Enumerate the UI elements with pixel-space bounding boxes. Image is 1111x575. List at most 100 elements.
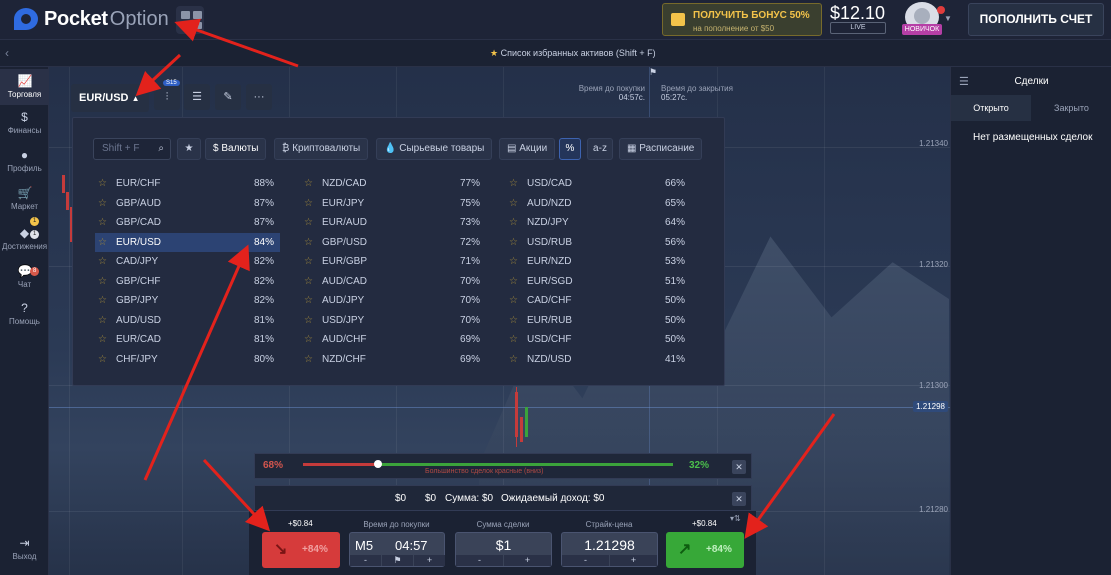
favorite-star-icon[interactable]: ☆ — [509, 311, 518, 330]
account-type-badge[interactable]: LIVE — [830, 22, 886, 34]
time-plus-button[interactable]: + — [414, 555, 445, 566]
drawing-tools-button[interactable]: ✎ — [215, 84, 241, 110]
favorite-star-icon[interactable]: ☆ — [98, 194, 107, 213]
asset-selector-button[interactable]: EUR/USD ▲ — [71, 84, 149, 112]
chevron-down-icon[interactable]: ▼ — [944, 14, 952, 23]
asset-row[interactable]: ☆ GBP/CHF 82% — [95, 272, 280, 291]
favorite-star-icon[interactable]: ☆ — [98, 291, 107, 310]
asset-row[interactable]: ☆ NZD/CAD 77% — [301, 174, 486, 193]
sell-button[interactable]: ↘ +84% — [262, 532, 340, 568]
favorite-star-icon[interactable]: ☆ — [304, 272, 313, 291]
favorite-star-icon[interactable]: ☆ — [304, 330, 313, 349]
favorite-star-icon[interactable]: ☆ — [98, 174, 107, 193]
deposit-button[interactable]: ПОПОЛНИТЬ СЧЕТ — [968, 3, 1104, 36]
favorite-star-icon[interactable]: ☆ — [98, 350, 107, 369]
favorite-star-icon[interactable]: ☆ — [509, 233, 518, 252]
strike-minus-button[interactable]: - — [562, 555, 609, 566]
tab-schedule[interactable]: ▦ Расписание — [619, 138, 703, 160]
asset-row[interactable]: ☆ AUD/USD 81% — [95, 311, 280, 330]
asset-row[interactable]: ☆ GBP/USD 72% — [301, 233, 486, 252]
apps-grid-button[interactable] — [176, 6, 204, 34]
asset-row[interactable]: ☆ EUR/GBP 71% — [301, 252, 486, 271]
favorites-filter-button[interactable]: ★ — [177, 138, 201, 160]
favorite-star-icon[interactable]: ☆ — [98, 213, 107, 232]
time-selector[interactable]: M5 04:57 - ⚑ + — [349, 532, 445, 567]
time-minus-button[interactable]: - — [350, 555, 381, 566]
favorite-star-icon[interactable]: ☆ — [98, 272, 107, 291]
favorite-star-icon[interactable]: ☆ — [509, 194, 518, 213]
sidebar-item-finance[interactable]: $ Финансы — [0, 111, 49, 141]
sidebar-item-trading[interactable]: 📈 Торговля — [0, 69, 49, 105]
sidebar-item-help[interactable]: ? Помощь — [0, 302, 49, 332]
asset-row[interactable]: ☆ CAD/JPY 82% — [95, 252, 280, 271]
asset-row[interactable]: ☆ EUR/JPY 75% — [301, 194, 486, 213]
sidebar-item-profile[interactable]: ● Профиль — [0, 149, 49, 179]
asset-row[interactable]: ☆ AUD/CAD 70% — [301, 272, 486, 291]
settings-small-icon[interactable]: ▾⇅ — [730, 514, 741, 523]
favorites-link[interactable]: ★ Список избранных активов (Shift + F) — [490, 48, 656, 59]
favorite-star-icon[interactable]: ☆ — [304, 194, 313, 213]
asset-row[interactable]: ☆ GBP/JPY 82% — [95, 291, 280, 310]
favorite-star-icon[interactable]: ☆ — [98, 252, 107, 271]
asset-row[interactable]: ☆ CHF/JPY 80% — [95, 350, 280, 369]
favorite-star-icon[interactable]: ☆ — [304, 233, 313, 252]
tab-currencies[interactable]: $ Валюты — [205, 138, 267, 160]
tab-stocks[interactable]: ▤ Акции — [499, 138, 556, 160]
favorite-star-icon[interactable]: ☆ — [304, 252, 313, 271]
tab-open[interactable]: Открыто — [951, 95, 1031, 121]
favorite-star-icon[interactable]: ☆ — [509, 350, 518, 369]
sidebar-item-chat[interactable]: 💬 Чат — [0, 265, 49, 295]
asset-row[interactable]: ☆ EUR/AUD 73% — [301, 213, 486, 232]
buy-button[interactable]: ↗ +84% — [666, 532, 744, 568]
close-icon[interactable]: ✕ — [732, 460, 746, 474]
amount-minus-button[interactable]: - — [456, 555, 503, 566]
favorite-star-icon[interactable]: ☆ — [98, 311, 107, 330]
favorite-star-icon[interactable]: ☆ — [304, 174, 313, 193]
favorite-star-icon[interactable]: ☆ — [304, 213, 313, 232]
favorite-star-icon[interactable]: ☆ — [509, 252, 518, 271]
asset-row[interactable]: ☆ EUR/CHF 88% — [95, 174, 280, 193]
close-icon[interactable]: ✕ — [732, 492, 746, 506]
asset-row[interactable]: ☆ GBP/AUD 87% — [95, 194, 280, 213]
asset-search-input[interactable]: Shift + F ⌕ — [93, 138, 171, 160]
sidebar-item-achievements[interactable]: ◆ Достижения — [0, 227, 49, 257]
favorite-star-icon[interactable]: ☆ — [509, 291, 518, 310]
favorite-star-icon[interactable]: ☆ — [304, 311, 313, 330]
tab-closed[interactable]: Закрыто — [1031, 95, 1111, 121]
amount-input[interactable]: $1 - + — [455, 532, 552, 567]
strike-input[interactable]: 1.21298 - + — [561, 532, 658, 567]
indicators-button[interactable]: ☰ — [184, 84, 210, 110]
collapse-arrow-icon[interactable]: ‹ — [5, 46, 9, 60]
chart-type-button[interactable]: ⫶ — [154, 84, 180, 110]
favorite-star-icon[interactable]: ☆ — [509, 174, 518, 193]
favorite-star-icon[interactable]: ☆ — [509, 213, 518, 232]
asset-row[interactable]: ☆ NZD/CHF 69% — [301, 350, 486, 369]
asset-row[interactable]: ☆ AUD/CHF 69% — [301, 330, 486, 349]
asset-row[interactable]: ☆ AUD/NZD 65% — [506, 194, 691, 213]
favorite-star-icon[interactable]: ☆ — [98, 233, 107, 252]
bonus-banner[interactable]: ПОЛУЧИТЬ БОНУС 50% на пополнение от $50 — [662, 3, 822, 36]
favorite-star-icon[interactable]: ☆ — [509, 330, 518, 349]
asset-row[interactable]: ☆ USD/RUB 56% — [506, 233, 691, 252]
asset-row[interactable]: ☆ EUR/CAD 81% — [95, 330, 280, 349]
asset-row[interactable]: ☆ AUD/JPY 70% — [301, 291, 486, 310]
asset-row[interactable]: ☆ GBP/CAD 87% — [95, 213, 280, 232]
favorite-star-icon[interactable]: ☆ — [509, 272, 518, 291]
asset-row[interactable]: ☆ USD/JPY 70% — [301, 311, 486, 330]
balance[interactable]: $12.10 — [830, 3, 885, 24]
sort-az-button[interactable]: a-z — [587, 138, 613, 160]
asset-row[interactable]: ☆ NZD/USD 41% — [506, 350, 691, 369]
asset-row[interactable]: ☆ EUR/NZD 53% — [506, 252, 691, 271]
strike-plus-button[interactable]: + — [610, 555, 657, 566]
amount-plus-button[interactable]: + — [504, 555, 551, 566]
favorite-star-icon[interactable]: ☆ — [304, 350, 313, 369]
asset-row[interactable]: ☆ EUR/RUB 50% — [506, 311, 691, 330]
asset-row[interactable]: ☆ USD/CAD 66% — [506, 174, 691, 193]
asset-row[interactable]: ☆ USD/CHF 50% — [506, 330, 691, 349]
more-button[interactable]: ··· — [246, 84, 272, 110]
sidebar-item-exit[interactable]: ⇥ Выход — [0, 537, 49, 567]
tab-crypto[interactable]: ₿ Криптовалюты — [274, 138, 369, 160]
sort-percent-button[interactable]: % — [559, 138, 581, 160]
tab-commodities[interactable]: 💧 Сырьевые товары — [376, 138, 493, 160]
asset-row[interactable]: ☆ EUR/SGD 51% — [506, 272, 691, 291]
